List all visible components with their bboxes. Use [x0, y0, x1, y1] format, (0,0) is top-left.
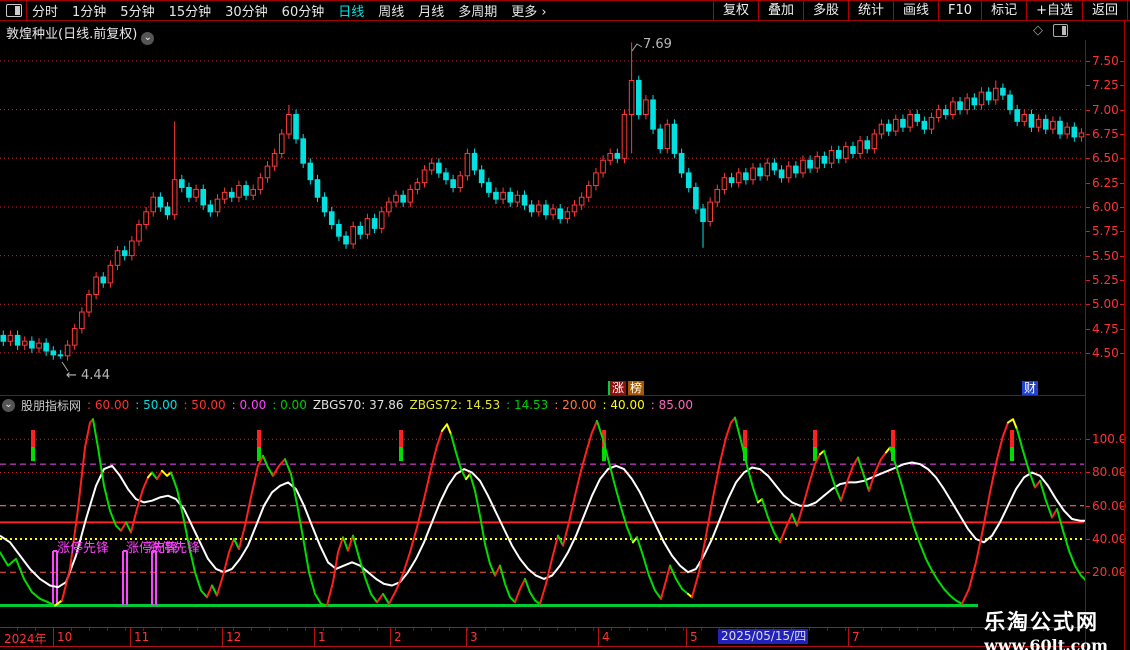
- month-label: 12: [226, 630, 242, 644]
- period-tab[interactable]: 分时: [32, 1, 58, 20]
- indicator-value: ZBGS72: 14.53: [409, 398, 501, 412]
- layout-toggle-button[interactable]: [0, 1, 27, 20]
- selected-date-badge: 2025/05/15/四: [718, 629, 808, 644]
- toolbar-button[interactable]: 标记: [981, 1, 1026, 20]
- month-separator: [848, 628, 849, 646]
- period-tab[interactable]: 60分钟: [282, 1, 325, 20]
- month-label: 4: [602, 630, 610, 644]
- period-tab[interactable]: 30分钟: [225, 1, 268, 20]
- watermark-url: www.60lt.com: [984, 636, 1108, 650]
- indicator-value: : 20.00: [554, 398, 597, 412]
- period-tab[interactable]: 5分钟: [120, 1, 154, 20]
- indicator-value: : 50.00: [135, 398, 178, 412]
- indicator-chart[interactable]: [0, 415, 1086, 615]
- period-tab[interactable]: 月线: [418, 1, 444, 20]
- badge-cai[interactable]: 财: [1022, 381, 1039, 395]
- titlebar: 敦煌种业(日线.前复权) ⌄ ◇: [0, 21, 1130, 45]
- indicator-value: : 0.00: [272, 398, 307, 412]
- toolbar-button[interactable]: 复权: [712, 1, 758, 20]
- indicator-value: : 50.00: [183, 398, 226, 412]
- diamond-icon[interactable]: ◇: [1033, 23, 1043, 38]
- toolbar-button[interactable]: F10: [938, 1, 981, 20]
- toolbar-button[interactable]: 返回: [1081, 1, 1128, 20]
- month-label: 10: [57, 630, 73, 644]
- spike-label: 涨停先锋: [57, 541, 110, 556]
- indicator-value: : 60.00: [87, 398, 130, 412]
- month-separator: [466, 628, 467, 646]
- month-label: 3: [470, 630, 478, 644]
- axis-border-line: [1085, 40, 1086, 647]
- month-separator: [222, 628, 223, 646]
- indicator-collapse-icon[interactable]: ⌄: [2, 398, 15, 412]
- month-separator: [390, 628, 391, 646]
- month-label: 2: [394, 630, 402, 644]
- window-icon[interactable]: [1053, 24, 1068, 37]
- toolbar-button[interactable]: 多股: [802, 1, 848, 20]
- period-tab[interactable]: 周线: [378, 1, 404, 20]
- month-separator: [53, 628, 54, 646]
- month-label: 2024年: [4, 632, 47, 646]
- period-tab[interactable]: 更多 ›: [511, 1, 546, 20]
- month-separator: [598, 628, 599, 646]
- toolbar-button[interactable]: 画线: [893, 1, 938, 20]
- toolbar-button[interactable]: +自选: [1026, 1, 1082, 20]
- split-window-icon: [6, 4, 22, 17]
- panel-separator: [0, 395, 1086, 396]
- toolbar-button[interactable]: 统计: [848, 1, 893, 20]
- watermark: 乐淘公式网 www.60lt.com: [984, 606, 1108, 650]
- period-tab[interactable]: 多周期: [458, 1, 497, 20]
- period-toolbar: 分时 1分钟 5分钟 15分钟 30分钟 60分钟 日线 周线 月线 多周期 更多 › 复权 叠加 多股…: [0, 0, 1130, 21]
- indicator-value: : 40.00: [602, 398, 645, 412]
- month-separator: [686, 628, 687, 646]
- window-right-border: [1124, 21, 1125, 650]
- period-tabs: 分时 1分钟 5分钟 15分钟 30分钟 60分钟 日线 周线 月线 多周期 更多 ›: [32, 1, 547, 20]
- app-window: 分时 1分钟 5分钟 15分钟 30分钟 60分钟 日线 周线 月线 多周期 更多 › 复权 叠加 多股…: [0, 0, 1130, 650]
- spike-label: 涨停先锋: [148, 541, 201, 556]
- period-tab[interactable]: 15分钟: [169, 1, 212, 20]
- toolbar-button[interactable]: 叠加: [757, 1, 803, 20]
- toolbar-actions: 复权 叠加 多股 统计 画线 F10 标记 +自选 返回: [712, 1, 1128, 20]
- candlestick-chart[interactable]: [0, 40, 1086, 382]
- watermark-site-name: 乐淘公式网: [984, 610, 1100, 634]
- indicator-value: ZBGS70: 37.86: [312, 398, 404, 412]
- indicator-header: ⌄ 股朋指标网 : 60.00 : 50.00 : 50.00 : 0.00 : 0.00…: [2, 397, 693, 413]
- period-tab[interactable]: 1分钟: [72, 1, 106, 20]
- badge-zhang[interactable]: 涨: [608, 381, 627, 395]
- month-separator: [130, 628, 131, 646]
- indicator-value: : 85.00: [650, 398, 693, 412]
- indicator-value: 股朋指标网: [21, 398, 82, 413]
- annotation-low-price: ← 4.44: [66, 368, 110, 383]
- annotation-high-price: 7.69: [643, 37, 672, 52]
- month-label: 1: [318, 630, 326, 644]
- month-label: 11: [134, 630, 150, 644]
- time-axis[interactable]: 2025/05/15/四 2024年 10 11 12 1 2 3 4 5 7: [0, 627, 1086, 647]
- month-separator: [314, 628, 315, 646]
- month-label: 5: [690, 630, 698, 644]
- indicator-value: : 14.53: [506, 398, 549, 412]
- period-tab[interactable]: 日线: [338, 1, 364, 20]
- indicator-value: : 0.00: [231, 398, 267, 412]
- month-label: 7: [852, 630, 860, 644]
- badge-bang[interactable]: 榜: [628, 381, 645, 395]
